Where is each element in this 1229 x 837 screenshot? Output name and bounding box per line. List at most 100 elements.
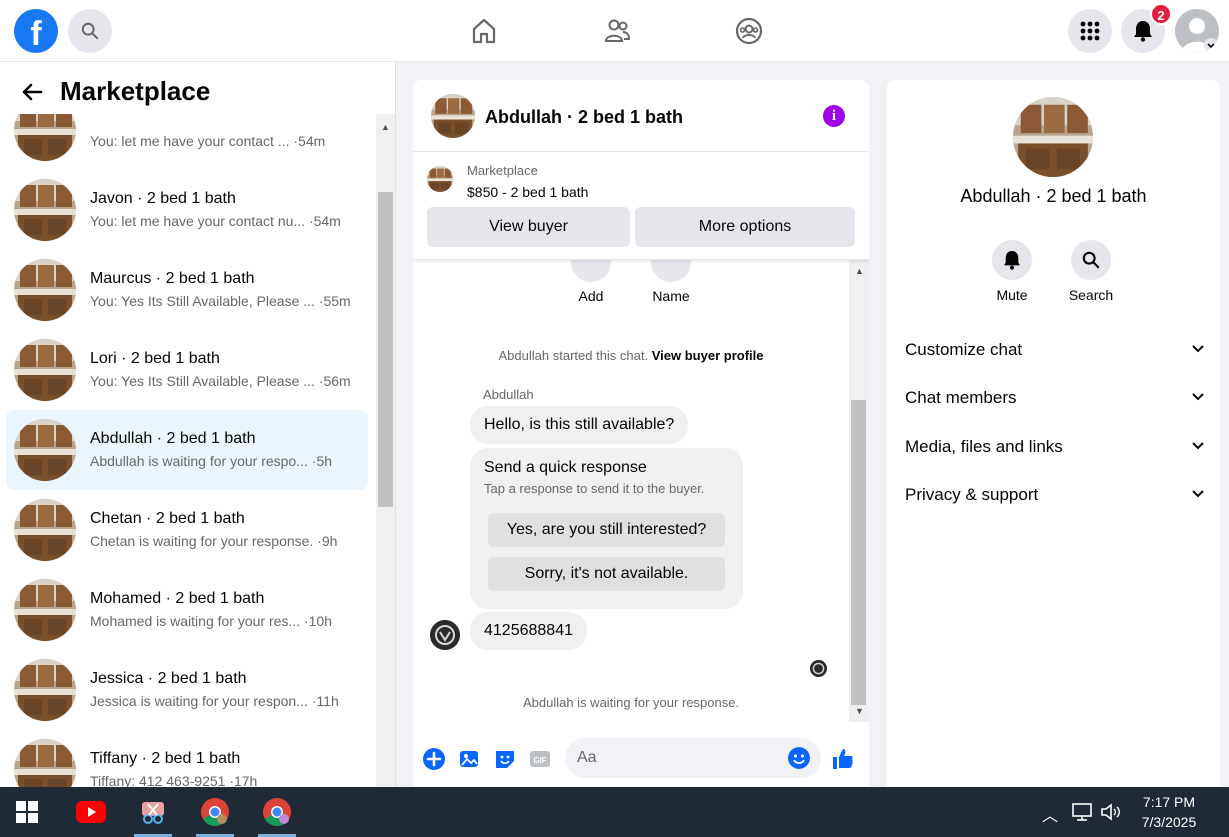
conversation-snippet: You: let me have your contact nu... ·54m [90, 213, 341, 229]
privacy-support-section[interactable]: Privacy & support [905, 485, 1205, 505]
chevron-up-icon[interactable]: ︿ [1042, 802, 1058, 826]
friends-icon [604, 19, 631, 42]
system-clock[interactable]: 7:17 PM 7/3/2025 [1128, 792, 1210, 832]
conversation-item[interactable]: Javon · 2 bed 1 bath You: let me have yo… [6, 170, 368, 250]
search-in-chat-button[interactable]: Search [1061, 240, 1121, 303]
media-files-links-section[interactable]: Media, files and links [905, 437, 1205, 457]
listing-thumbnail [14, 659, 76, 721]
chevron-down-icon [1192, 490, 1204, 498]
view-buyer-button[interactable]: View buyer [427, 207, 630, 247]
conversation-snippet: Jessica is waiting for your respon... ·1… [90, 693, 339, 709]
conversation-name: Abdullah · 2 bed 1 bath [90, 430, 256, 447]
sender-avatar [430, 620, 460, 650]
svg-text:GIF: GIF [533, 756, 546, 765]
conversation-name: Jessica · 2 bed 1 bath [90, 670, 247, 687]
chevron-down-icon [1192, 442, 1204, 450]
home-icon [472, 18, 496, 44]
conversation-list: You: let me have your contact ... ·54m J… [6, 90, 368, 787]
network-icon[interactable] [1071, 802, 1093, 822]
conversation-item[interactable]: Jessica · 2 bed 1 bath Jessica is waitin… [6, 650, 368, 730]
bell-icon [1134, 21, 1152, 42]
chrome-icon [201, 798, 229, 826]
sidebar-header: Marketplace [0, 62, 395, 114]
conversation-name: Chetan · 2 bed 1 bath [90, 510, 245, 527]
listing-thumbnail [14, 739, 76, 787]
start-button[interactable] [2, 787, 52, 837]
chat-started-notice: Abdullah started this chat. View buyer p… [413, 348, 849, 363]
conversation-snippet: You: Yes Its Still Available, Please ...… [90, 373, 351, 389]
emoji-icon[interactable] [788, 747, 810, 769]
snipping-tool-app[interactable] [128, 787, 178, 837]
conversation-snippet: Abdullah is waiting for your respo... ·5… [90, 453, 333, 469]
sidebar-title: Marketplace [60, 76, 211, 106]
conversation-item-active[interactable]: Abdullah · 2 bed 1 bath Abdullah is wait… [6, 410, 368, 490]
quick-response-sorry-button[interactable]: Sorry, it's not available. [488, 557, 725, 591]
menu-grid-icon [1080, 21, 1100, 41]
conversation-item[interactable]: Lori · 2 bed 1 bath You: Yes Its Still A… [6, 330, 368, 410]
marketplace-inbox-sidebar: You: let me have your contact ... ·54m J… [0, 62, 396, 787]
scroll-down-arrow-icon[interactable]: ▼ [855, 706, 864, 716]
listing-thumbnail [14, 179, 76, 241]
scrollbar-thumb[interactable] [851, 400, 866, 705]
conversation-name: Javon · 2 bed 1 bath [90, 190, 236, 207]
thumbs-up-icon[interactable] [831, 747, 855, 771]
conversation-name: Maurcus · 2 bed 1 bath [90, 270, 255, 287]
groups-tab[interactable] [733, 15, 765, 47]
search-icon [81, 22, 99, 40]
message-bubble: Hello, is this still available? [470, 406, 689, 444]
chat-title[interactable]: Abdullah · 2 bed 1 bath [485, 107, 683, 128]
home-tab[interactable] [468, 15, 500, 47]
chrome-icon [263, 798, 291, 826]
windows-logo-icon [16, 801, 38, 823]
conversation-snippet: You: Yes Its Still Available, Please ...… [90, 293, 351, 309]
chrome-app[interactable] [190, 787, 240, 837]
quick-response-card: Send a quick response Tap a response to … [470, 448, 743, 609]
search-button[interactable] [68, 9, 112, 53]
view-buyer-profile-link[interactable]: View buyer profile [652, 348, 764, 363]
sidebar-scrollbar[interactable]: ▲ [376, 114, 395, 787]
section-label: Media, files and links [905, 437, 1063, 456]
conversation-item[interactable]: Maurcus · 2 bed 1 bath You: Yes Its Stil… [6, 250, 368, 330]
menu-button[interactable] [1068, 9, 1112, 53]
quick-response-title: Send a quick response [484, 459, 647, 476]
listing-price: $850 - 2 bed 1 bath [467, 184, 589, 200]
name-action[interactable]: Name [641, 260, 701, 304]
details-name: Abdullah · 2 bed 1 bath [960, 186, 1147, 206]
section-label: Customize chat [905, 340, 1023, 359]
chat-avatar[interactable] [431, 94, 475, 138]
waiting-notice: Abdullah is waiting for your response. [522, 695, 740, 710]
read-receipt-avatar [810, 660, 827, 677]
scroll-up-arrow-icon[interactable]: ▲ [381, 122, 390, 132]
volume-icon[interactable] [1100, 802, 1122, 822]
scrollbar-thumb[interactable] [378, 192, 393, 507]
groups-icon [735, 17, 763, 45]
chat-members-section[interactable]: Chat members [905, 388, 1205, 408]
conversation-item[interactable]: Mohamed · 2 bed 1 bath Mohamed is waitin… [6, 570, 368, 650]
gif-icon[interactable]: GIF [528, 747, 552, 771]
chat-scrollbar[interactable]: ▲ ▼ [849, 260, 869, 722]
youtube-app[interactable] [66, 787, 116, 837]
back-arrow-icon[interactable] [20, 80, 44, 104]
scroll-up-arrow-icon[interactable]: ▲ [855, 266, 864, 276]
more-options-button[interactable]: More options [635, 207, 855, 247]
photo-icon[interactable] [457, 747, 481, 771]
chrome-profile-app[interactable] [252, 787, 302, 837]
listing-label: Marketplace [467, 163, 538, 178]
mute-button[interactable]: Mute [982, 240, 1042, 303]
conversation-item[interactable]: Chetan · 2 bed 1 bath Chetan is waiting … [6, 490, 368, 570]
info-icon[interactable]: i [823, 105, 845, 127]
details-avatar[interactable] [1013, 97, 1093, 177]
friends-tab[interactable] [601, 15, 633, 47]
account-avatar[interactable] [1175, 9, 1219, 53]
message-input[interactable] [565, 738, 821, 778]
top-navigation-bar: f 2 [0, 0, 1229, 62]
customize-chat-section[interactable]: Customize chat [905, 340, 1205, 360]
add-action[interactable]: Add [561, 260, 621, 304]
facebook-logo[interactable]: f [14, 9, 58, 53]
sticker-icon[interactable] [493, 747, 517, 771]
youtube-icon [76, 801, 106, 823]
listing-thumbnail [14, 419, 76, 481]
conversation-item[interactable]: Tiffany · 2 bed 1 bath Tiffany: 412 463-… [6, 730, 368, 787]
quick-response-yes-button[interactable]: Yes, are you still interested? [488, 513, 725, 547]
plus-circle-icon[interactable] [422, 747, 446, 771]
